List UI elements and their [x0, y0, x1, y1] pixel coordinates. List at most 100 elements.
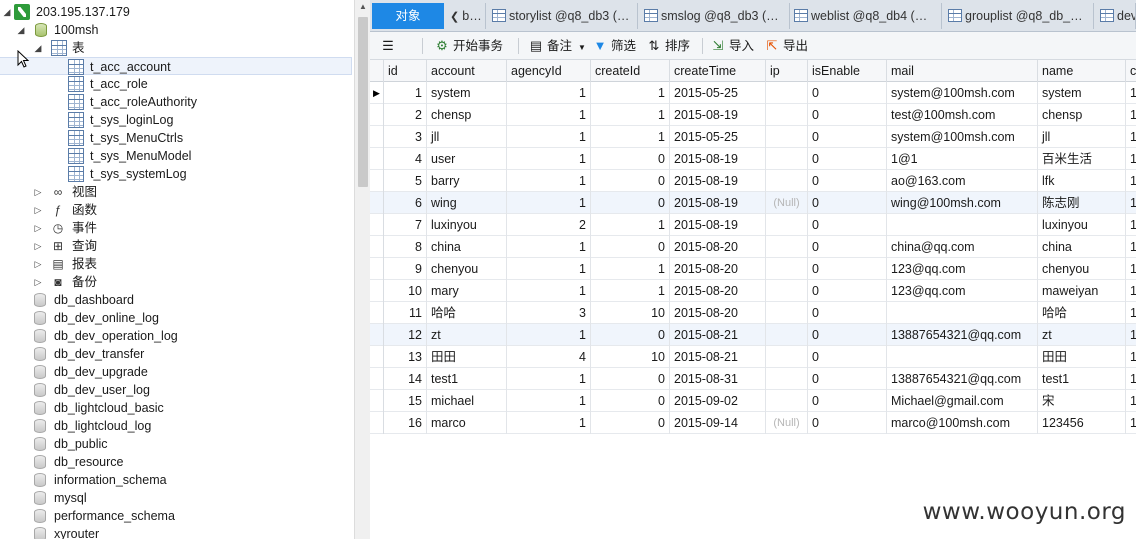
cell-isEnable[interactable]: 0: [808, 148, 887, 170]
cell-id[interactable]: 12: [384, 324, 427, 346]
tree-connection[interactable]: ◢ 203.195.137.179: [0, 3, 352, 21]
cell-agencyId[interactable]: 1: [507, 280, 591, 302]
cell-name[interactable]: test1: [1038, 368, 1126, 390]
column-header-createTime[interactable]: createTime: [670, 60, 766, 82]
tree-database-100msh[interactable]: ◢ 100msh: [0, 21, 352, 39]
cell-c[interactable]: 1: [1126, 126, 1136, 148]
current-row-indicator-icon[interactable]: ▶: [370, 82, 384, 104]
cell-ip[interactable]: (Null): [766, 192, 808, 214]
table-row[interactable]: 13田田4102015-08-210田田1: [370, 346, 1136, 368]
expand-toggle-icon[interactable]: ▷: [33, 183, 43, 201]
cell-mail[interactable]: test@100msh.com: [887, 104, 1038, 126]
cell-isEnable[interactable]: 0: [808, 412, 887, 434]
table-row[interactable]: 3jll112015-05-250system@100msh.comjll1: [370, 126, 1136, 148]
cell-name[interactable]: zt: [1038, 324, 1126, 346]
column-header-ip[interactable]: ip: [766, 60, 808, 82]
cell-account[interactable]: luxinyou: [427, 214, 507, 236]
cell-createId[interactable]: 10: [591, 302, 670, 324]
cell-account[interactable]: china: [427, 236, 507, 258]
cell-createId[interactable]: 1: [591, 126, 670, 148]
table-row[interactable]: 8china102015-08-200china@qq.comchina1: [370, 236, 1136, 258]
cell-id[interactable]: 2: [384, 104, 427, 126]
cell-mail[interactable]: 13887654321@qq.com: [887, 368, 1038, 390]
table-row[interactable]: 9chenyou112015-08-200123@qq.comchenyou1: [370, 258, 1136, 280]
cell-isEnable[interactable]: 0: [808, 236, 887, 258]
cell-c[interactable]: 1: [1126, 412, 1136, 434]
cell-agencyId[interactable]: 1: [507, 324, 591, 346]
cell-mail[interactable]: [887, 214, 1038, 236]
tree-database-db-dev-upgrade[interactable]: db_dev_upgrade: [0, 363, 352, 381]
cell-createId[interactable]: 0: [591, 412, 670, 434]
cell-id[interactable]: 11: [384, 302, 427, 324]
filter-button[interactable]: ▼ 筛选: [592, 36, 636, 56]
cell-name[interactable]: lfk: [1038, 170, 1126, 192]
tree-table-t-sys-menuctrls[interactable]: t_sys_MenuCtrls: [0, 129, 352, 147]
tree-table-t-sys-systemlog[interactable]: t_sys_systemLog: [0, 165, 352, 183]
cell-account[interactable]: mary: [427, 280, 507, 302]
cell-mail[interactable]: [887, 346, 1038, 368]
cell-id[interactable]: 10: [384, 280, 427, 302]
cell-name[interactable]: china: [1038, 236, 1126, 258]
tree-folder-view[interactable]: ▷ ∞ 视图: [0, 183, 352, 201]
table-row[interactable]: 7luxinyou212015-08-190luxinyou1: [370, 214, 1136, 236]
cell-agencyId[interactable]: 1: [507, 82, 591, 104]
cell-account[interactable]: marco: [427, 412, 507, 434]
tree-folder-function[interactable]: ▷ ƒ 函数: [0, 201, 352, 219]
tab-0[interactable]: 对象: [372, 3, 444, 29]
cell-createId[interactable]: 0: [591, 148, 670, 170]
tree-database-db-dev-transfer[interactable]: db_dev_transfer: [0, 345, 352, 363]
expand-toggle-icon[interactable]: ◢: [16, 21, 26, 39]
cell-ip[interactable]: [766, 170, 808, 192]
cell-agencyId[interactable]: 1: [507, 368, 591, 390]
cell-createTime[interactable]: 2015-08-20: [670, 302, 766, 324]
cell-mail[interactable]: Michael@gmail.com: [887, 390, 1038, 412]
cell-isEnable[interactable]: 0: [808, 214, 887, 236]
cell-isEnable[interactable]: 0: [808, 104, 887, 126]
expand-toggle-icon[interactable]: ▷: [33, 273, 43, 291]
cell-createTime[interactable]: 2015-08-20: [670, 236, 766, 258]
row-selector[interactable]: [370, 126, 384, 148]
data-grid[interactable]: id account agencyId createId createTime ip isE…: [370, 60, 1136, 539]
cell-isEnable[interactable]: 0: [808, 170, 887, 192]
cell-agencyId[interactable]: 1: [507, 412, 591, 434]
tree-database-information-schema[interactable]: information_schema: [0, 471, 352, 489]
cell-name[interactable]: chensp: [1038, 104, 1126, 126]
cell-account[interactable]: 田田: [427, 346, 507, 368]
cell-createTime[interactable]: 2015-08-21: [670, 346, 766, 368]
cell-createId[interactable]: 1: [591, 258, 670, 280]
cell-c[interactable]: 1: [1126, 258, 1136, 280]
cell-name[interactable]: 陈志刚: [1038, 192, 1126, 214]
cell-name[interactable]: jll: [1038, 126, 1126, 148]
column-header-c[interactable]: c: [1126, 60, 1136, 82]
cell-agencyId[interactable]: 1: [507, 192, 591, 214]
column-header-isEnable[interactable]: isEnable: [808, 60, 887, 82]
table-row[interactable]: 10mary112015-08-200123@qq.commaweiyan1: [370, 280, 1136, 302]
cell-account[interactable]: michael: [427, 390, 507, 412]
cell-name[interactable]: chenyou: [1038, 258, 1126, 280]
cell-createTime[interactable]: 2015-08-21: [670, 324, 766, 346]
cell-agencyId[interactable]: 1: [507, 390, 591, 412]
export-button[interactable]: ⇱ 导出: [764, 36, 808, 56]
tree-database-db-dev-user-log[interactable]: db_dev_user_log: [0, 381, 352, 399]
cell-isEnable[interactable]: 0: [808, 192, 887, 214]
cell-id[interactable]: 7: [384, 214, 427, 236]
menu-button[interactable]: ☰: [380, 36, 399, 56]
cell-account[interactable]: 哈哈: [427, 302, 507, 324]
cell-ip[interactable]: [766, 104, 808, 126]
tree-database-xyrouter[interactable]: xyrouter: [0, 525, 352, 539]
cell-name[interactable]: 百米生活: [1038, 148, 1126, 170]
cell-mail[interactable]: marco@100msh.com: [887, 412, 1038, 434]
cell-agencyId[interactable]: 1: [507, 148, 591, 170]
cell-createTime[interactable]: 2015-09-14: [670, 412, 766, 434]
cell-createTime[interactable]: 2015-08-19: [670, 192, 766, 214]
cell-ip[interactable]: [766, 346, 808, 368]
cell-id[interactable]: 3: [384, 126, 427, 148]
cell-name[interactable]: maweiyan: [1038, 280, 1126, 302]
tree-database-db-lightcloud-basic[interactable]: db_lightcloud_basic: [0, 399, 352, 417]
table-row[interactable]: 16 marco 1 0 2015-09-14 (Null) 0 marco@100msh.c…: [370, 412, 1136, 434]
row-selector[interactable]: [370, 280, 384, 302]
cell-ip[interactable]: [766, 302, 808, 324]
cell-ip[interactable]: [766, 214, 808, 236]
row-selector[interactable]: [370, 368, 384, 390]
expand-toggle-icon[interactable]: ▷: [33, 219, 43, 237]
